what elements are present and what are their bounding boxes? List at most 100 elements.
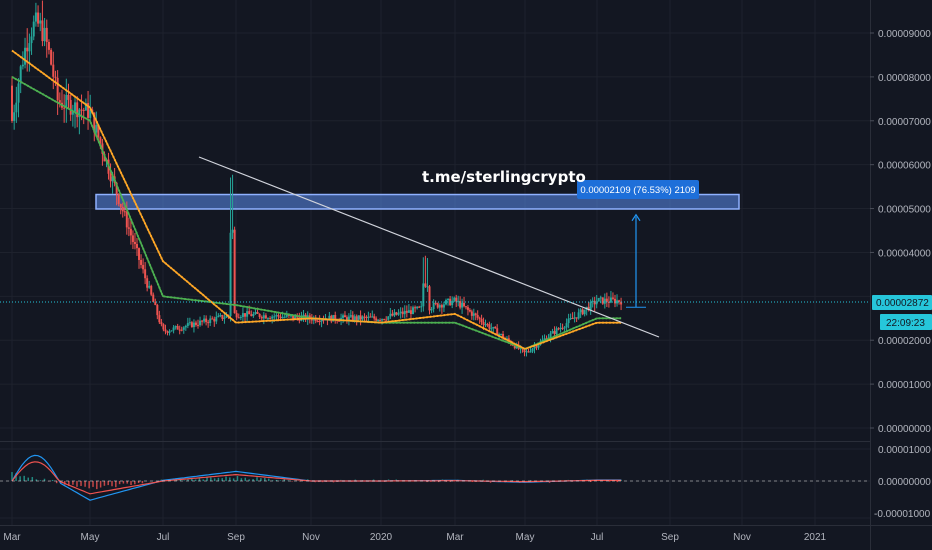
candle-body [156, 304, 159, 316]
candle-body [484, 324, 487, 326]
candle-body [571, 318, 574, 320]
candle-body [525, 351, 528, 353]
candle-body [486, 324, 489, 326]
candle-body [565, 323, 568, 328]
candle-body [365, 316, 368, 318]
candle-body [135, 244, 138, 249]
price-tick-label: 0.00000000 [878, 424, 931, 435]
candle-body [375, 318, 378, 321]
candle-body [583, 309, 586, 315]
candle-body [207, 322, 210, 324]
candle-body [490, 328, 493, 330]
candle-body [391, 313, 394, 316]
candle-body [377, 319, 380, 321]
time-tick-label: Sep [227, 532, 245, 543]
candle-body [28, 43, 31, 52]
candle-body [138, 248, 141, 260]
candle-body [355, 316, 358, 320]
candle-body [575, 317, 578, 319]
candle-body [256, 311, 259, 314]
candle-body [581, 309, 584, 315]
candle-body [146, 278, 149, 288]
candle-body [21, 64, 24, 67]
candle-body [235, 313, 238, 318]
candle-body [451, 300, 454, 306]
candle-body [133, 241, 136, 245]
candle-body [11, 85, 13, 121]
candle-body [168, 331, 171, 333]
macd-tick-label: -0.00001000 [874, 509, 931, 520]
candle-body [549, 333, 552, 338]
candle-body [349, 315, 352, 317]
candle-body [597, 298, 600, 302]
candle-body [461, 302, 464, 308]
candle-body [395, 312, 398, 315]
candle-body [535, 346, 538, 348]
candle-body [399, 311, 402, 314]
candle-body [463, 302, 466, 307]
price-tick-label: 0.00007000 [878, 117, 931, 128]
candle-body [178, 329, 181, 331]
candle-body [74, 102, 77, 112]
candle-body [160, 322, 163, 325]
candle-body [148, 285, 151, 288]
price-tick-label: 0.00004000 [878, 248, 931, 259]
candle-body [476, 315, 479, 318]
candle-body [190, 322, 193, 328]
candle-body [422, 283, 425, 307]
candle-body [444, 300, 447, 305]
candle-body [213, 318, 216, 322]
macd-tick-label: 0.00001000 [878, 445, 931, 456]
candle-body [129, 228, 132, 236]
candle-body [76, 102, 79, 118]
candle-body [453, 297, 456, 301]
candle-body [250, 314, 253, 317]
measure-label: 0.00002109 (76.53%) 2109 [580, 185, 695, 196]
candle-body [407, 310, 410, 313]
candle-body [41, 20, 44, 42]
candle-body [589, 301, 592, 311]
candle-body [277, 315, 280, 317]
candle-body [593, 300, 596, 305]
candle-body [405, 310, 408, 313]
candle-body [389, 313, 392, 317]
candle-body [466, 307, 469, 310]
watermark-text: t.me/sterlingcrypto [422, 168, 586, 186]
candle-body [363, 316, 366, 318]
candle-body [241, 313, 244, 317]
price-tick-label: 0.00006000 [878, 161, 931, 172]
candle-body [613, 298, 616, 304]
candle-body [194, 322, 197, 325]
candle-body [455, 297, 458, 302]
candle-body [379, 319, 382, 321]
candle-body [131, 235, 134, 242]
candle-body [447, 298, 450, 301]
candle-body [320, 319, 323, 322]
candle-body [492, 326, 495, 329]
time-tick-label: Nov [733, 532, 751, 543]
candle-body [176, 326, 179, 330]
candle-body [424, 283, 427, 287]
candle-body [430, 309, 433, 311]
candle-body [359, 315, 362, 320]
candle-body [401, 311, 404, 315]
candle-body [482, 322, 485, 325]
candle-body [381, 319, 384, 321]
candle-body [561, 327, 564, 329]
candle-body [260, 316, 263, 319]
current-price-badge: 0.00002872 [872, 295, 932, 310]
candle-body [318, 320, 321, 322]
candle-body [527, 351, 530, 353]
candle-body [440, 305, 443, 308]
candle-body [211, 318, 214, 320]
candle-body [158, 315, 161, 323]
candle-body [470, 311, 473, 316]
candle-body [577, 312, 580, 319]
candle-body [264, 315, 267, 319]
candle-body [30, 36, 33, 44]
time-tick-label: Nov [302, 532, 320, 543]
candle-body [47, 42, 50, 50]
candle-body [383, 319, 386, 321]
candle-body [52, 64, 55, 77]
candle-body [142, 264, 145, 270]
